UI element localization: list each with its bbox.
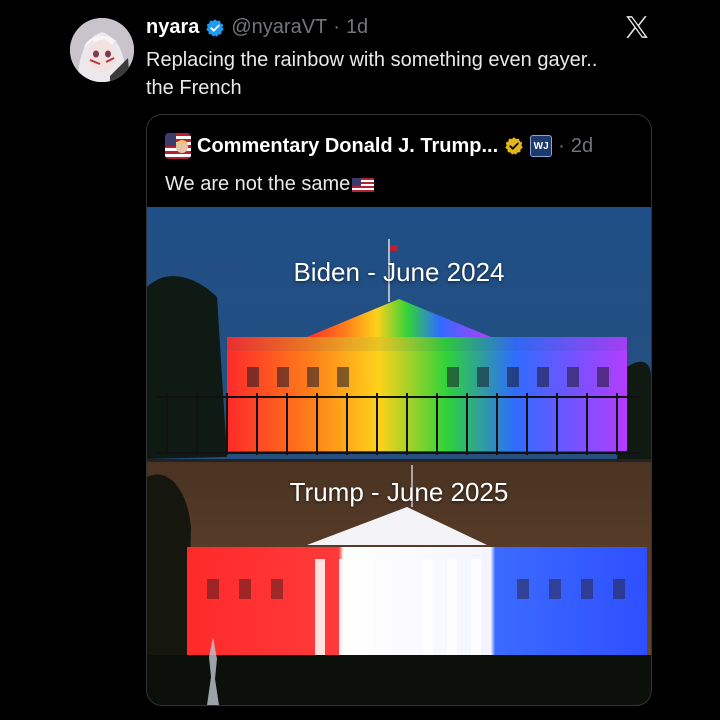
quoted-header: Commentary Donald J. Trump... WJ · 2d — [165, 133, 593, 159]
tweet-header: nyara @nyaraVT · 1d — [146, 16, 368, 39]
verified-badge-icon — [206, 18, 225, 37]
avatar[interactable] — [70, 18, 134, 82]
timestamp[interactable]: 1d — [346, 16, 368, 39]
attached-photo[interactable]: Biden - June 2024 Trump - June 2025 — [147, 207, 651, 705]
quoted-text-row: We are not the same — [165, 173, 375, 196]
tweet: nyara @nyaraVT · 1d Replacing the rainbo… — [0, 0, 720, 720]
author-name[interactable]: nyara — [146, 16, 199, 39]
gold-badge-icon — [505, 137, 523, 155]
separator-dot: · — [333, 16, 340, 38]
tweet-text: Replacing the rainbow with something eve… — [146, 49, 598, 99]
author-handle[interactable]: @nyaraVT — [231, 16, 327, 39]
photo-caption-bottom: Trump - June 2025 — [289, 477, 509, 507]
quoted-text: We are not the same — [165, 173, 351, 195]
affiliate-badge[interactable]: WJ — [530, 135, 553, 157]
photo-caption-top: Biden - June 2024 — [293, 257, 505, 287]
x-logo-icon[interactable] — [624, 14, 650, 40]
quoted-tweet[interactable]: Commentary Donald J. Trump... WJ · 2d We… — [146, 114, 652, 706]
quoted-avatar[interactable] — [165, 133, 191, 159]
quoted-timestamp[interactable]: 2d — [571, 135, 593, 158]
us-flag-icon — [352, 177, 375, 192]
quoted-author-name[interactable]: Commentary Donald J. Trump... — [197, 135, 498, 158]
quoted-separator-dot: · — [558, 134, 565, 157]
